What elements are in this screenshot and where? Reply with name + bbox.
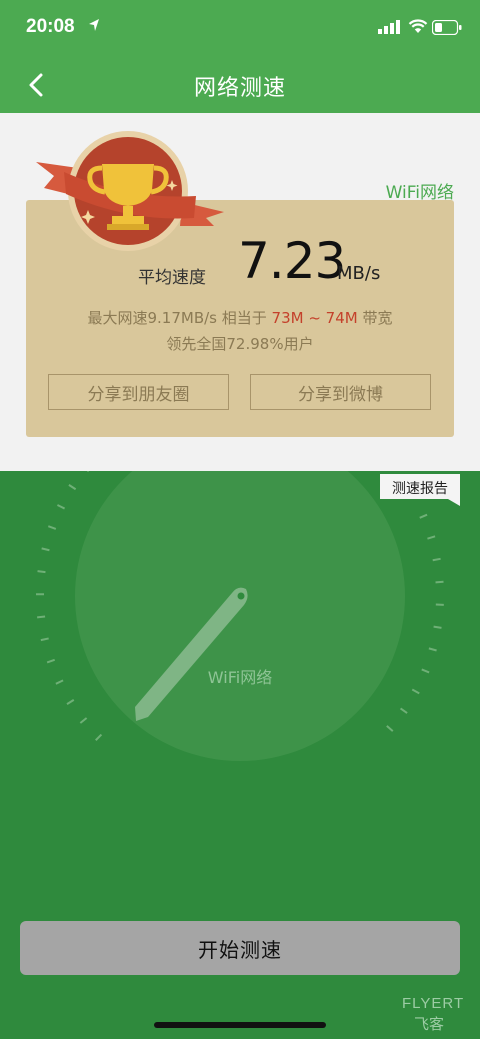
gauge-tick: [55, 679, 64, 685]
gauge-network-label: WiFi网络: [208, 668, 272, 687]
speed-gauge: WiFi网络: [35, 471, 444, 761]
gauge-tick: [427, 535, 436, 540]
speed-report-button[interactable]: 测速报告: [380, 478, 460, 498]
gauge-tick: [419, 513, 428, 519]
gauge-tick: [79, 717, 88, 724]
max-speed-line: 最大网速9.17MB/s 相当于 73M ~ 74M 带宽: [0, 307, 480, 328]
watermark-text-cn: 飞客: [414, 1015, 445, 1033]
status-bar: 20:08: [0, 0, 480, 58]
wifi-icon: [408, 19, 428, 33]
gauge-tick: [95, 733, 103, 741]
gauge-tick: [68, 484, 77, 491]
average-speed-value: 7.23: [238, 232, 346, 290]
watermark-text: FLYERT: [402, 995, 465, 1012]
gauge-tick: [399, 707, 408, 714]
page-title: 网络测速: [193, 76, 286, 101]
rank-text: 领先全国72.98%用户: [166, 335, 314, 353]
gauge-tick: [40, 637, 49, 642]
cellular-signal-icon: [378, 20, 400, 34]
gauge-tick: [435, 580, 444, 584]
bandwidth-value: 73M ~ 74M: [271, 309, 358, 327]
bandwidth-suffix: 带宽: [357, 309, 393, 327]
status-time: 20:08: [26, 16, 75, 37]
share-moments-button[interactable]: 分享到朋友圈: [48, 374, 229, 410]
start-test-button[interactable]: 开始测速: [20, 921, 460, 975]
speed-unit: MB/s: [337, 263, 381, 284]
gauge-tick: [37, 570, 46, 574]
gauge-tick: [428, 647, 437, 652]
gauge-dial: [75, 471, 405, 761]
share-weibo-button[interactable]: 分享到微博: [250, 374, 431, 410]
gauge-tick: [37, 615, 46, 619]
trophy-badge-icon: [36, 131, 224, 251]
gauge-tick: [46, 658, 56, 664]
gauge-tick: [66, 699, 75, 705]
gauge-tick: [47, 525, 57, 530]
gauge-tick: [56, 504, 66, 510]
navigation-bar: 网络测速: [0, 58, 480, 113]
gauge-tick: [433, 625, 442, 629]
battery-icon: [432, 20, 462, 35]
location-arrow-icon: [89, 19, 99, 31]
gauge-tick: [386, 725, 394, 732]
gauge-tick: [411, 688, 420, 695]
average-speed-label: 平均速度: [138, 268, 206, 288]
gauge-tick: [432, 557, 441, 562]
home-indicator[interactable]: [154, 1022, 326, 1028]
max-speed-text: 最大网速9.17MB/s 相当于: [87, 309, 272, 327]
gauge-tick: [421, 668, 430, 674]
gauge-tick: [41, 547, 50, 552]
